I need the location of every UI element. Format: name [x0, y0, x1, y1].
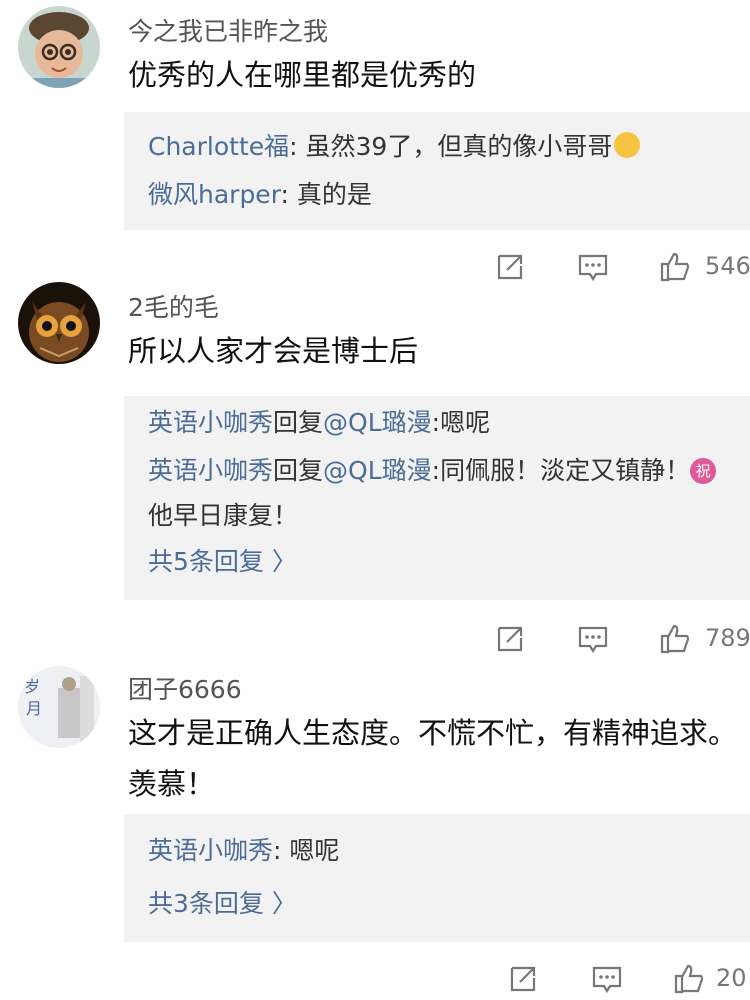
- comment-content: 这才是正确人生态度。不慌不忙，有精神追求。羡慕！: [128, 716, 738, 801]
- reply-separator: :: [289, 132, 306, 161]
- thumbs-up-icon[interactable]: [658, 250, 692, 284]
- reply-separator: :: [273, 836, 290, 865]
- reply-separator: :: [431, 456, 441, 485]
- reply-username[interactable]: 英语小咖秀: [148, 836, 273, 865]
- reply-box[interactable]: 英语小咖秀: 嗯呢 共3条回复 〉: [124, 814, 750, 942]
- reply-text: 嗯呢: [440, 408, 491, 437]
- comment-icon[interactable]: [590, 962, 624, 996]
- reply-line: 英语小咖秀回复@QL璐漫:嗯呢: [148, 400, 738, 445]
- blessing-badge-icon: 祝: [690, 458, 717, 484]
- reply-line: 英语小咖秀回复@QL璐漫:同佩服！淡定又镇静！ 祝他早日康复！: [148, 448, 738, 538]
- reply-box[interactable]: 英语小咖秀回复@QL璐漫:嗯呢 英语小咖秀回复@QL璐漫:同佩服！淡定又镇静！祝…: [124, 396, 750, 600]
- like-count: 20: [716, 964, 747, 992]
- reply-text: 嗯呢: [289, 836, 340, 865]
- reply-target[interactable]: @QL璐漫: [323, 408, 432, 437]
- smile-emoji-icon: [614, 132, 641, 158]
- comment-icon[interactable]: [576, 250, 610, 284]
- svg-text:月: 月: [26, 699, 42, 718]
- reply-line: 微风harper: 真的是: [148, 172, 738, 217]
- comment-content: 优秀的人在哪里都是优秀的: [128, 58, 477, 92]
- reply-text: 真的是: [296, 180, 372, 209]
- reply-verb: 回复: [273, 408, 324, 437]
- comment-content: 所以人家才会是博士后: [128, 334, 419, 368]
- comment-1: 今之我已非昨之我 优秀的人在哪里都是优秀的 Charlotte福: 虽然39了，…: [0, 0, 750, 290]
- comment-icon[interactable]: [576, 622, 610, 656]
- like-count: 546: [705, 252, 750, 280]
- avatar[interactable]: 岁 月: [18, 666, 100, 748]
- reply-line: Charlotte福: 虽然39了，但真的像小哥哥: [148, 124, 738, 169]
- reply-username[interactable]: 英语小咖秀: [148, 408, 273, 437]
- share-icon[interactable]: [493, 622, 527, 656]
- reply-text-continued: 他早日康复！: [148, 501, 299, 530]
- username[interactable]: 2毛的毛: [128, 288, 219, 324]
- comment-actions: 789: [0, 622, 750, 666]
- svg-text:岁: 岁: [24, 677, 40, 696]
- reply-verb: 回复: [273, 456, 324, 485]
- username[interactable]: 今之我已非昨之我: [128, 12, 328, 48]
- reply-text: 虽然39了，但真的像小哥哥: [305, 132, 613, 161]
- view-more-replies-link[interactable]: 共3条回复 〉: [148, 884, 297, 920]
- reply-username[interactable]: Charlotte福: [148, 132, 289, 161]
- reply-line: 英语小咖秀: 嗯呢: [148, 828, 738, 873]
- reply-target[interactable]: @QL璐漫: [323, 456, 432, 485]
- thumbs-up-icon[interactable]: [672, 962, 706, 996]
- reply-box[interactable]: Charlotte福: 虽然39了，但真的像小哥哥 微风harper: 真的是: [124, 112, 750, 230]
- comment-3: 岁 月 团子6666 这才是正确人生态度。不慌不忙，有精神追求。羡慕！ 英语小咖…: [0, 664, 750, 1000]
- avatar[interactable]: [18, 6, 100, 88]
- avatar[interactable]: [18, 282, 100, 364]
- reply-username[interactable]: 英语小咖秀: [148, 456, 273, 485]
- reply-username[interactable]: 微风harper: [148, 180, 281, 209]
- share-icon[interactable]: [506, 962, 540, 996]
- comment-actions: 20: [0, 962, 750, 1000]
- share-icon[interactable]: [493, 250, 527, 284]
- reply-separator: :: [280, 180, 297, 209]
- view-more-replies-link[interactable]: 共5条回复 〉: [148, 542, 297, 578]
- thumbs-up-icon[interactable]: [658, 622, 692, 656]
- comment-2: 2毛的毛 所以人家才会是博士后 英语小咖秀回复@QL璐漫:嗯呢 英语小咖秀回复@…: [0, 280, 750, 660]
- reply-separator: :: [431, 408, 441, 437]
- reply-text: 同佩服！淡定又镇静！: [440, 456, 691, 485]
- username[interactable]: 团子6666: [128, 670, 242, 706]
- like-count: 789: [705, 624, 750, 652]
